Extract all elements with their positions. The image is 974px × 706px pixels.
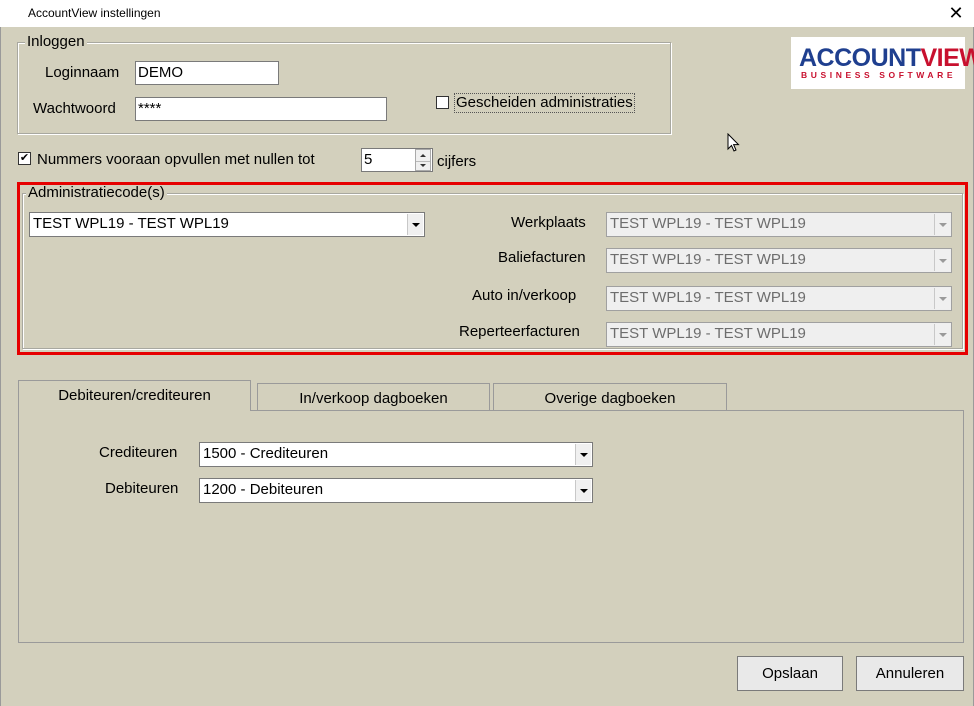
logo-word-view: VIEW xyxy=(920,44,974,72)
chevron-down-icon[interactable] xyxy=(407,214,423,235)
password-label: Wachtwoord xyxy=(33,100,116,117)
cancel-button[interactable]: Annuleren xyxy=(856,656,964,691)
repeat-invoices-label: Reperteerfacturen xyxy=(459,323,580,340)
logo-word-account: ACCOUNT xyxy=(799,44,921,72)
debtors-label: Debiteuren xyxy=(105,480,179,497)
creditors-select-value: 1500 - Crediteuren xyxy=(203,445,329,462)
save-button[interactable]: Opslaan xyxy=(737,656,843,691)
car-trade-select-value: TEST WPL19 - TEST WPL19 xyxy=(610,289,806,306)
chevron-down-icon xyxy=(934,288,950,309)
tab-purchase-sales-journals[interactable]: In/verkoop dagboeken xyxy=(257,383,490,411)
password-input[interactable]: **** xyxy=(135,97,387,121)
padding-digits-stepper[interactable] xyxy=(415,149,431,171)
chevron-down-icon[interactable] xyxy=(575,480,591,501)
workshop-label: Werkplaats xyxy=(511,214,586,231)
stepper-down-icon[interactable] xyxy=(416,161,430,172)
debtors-select-value: 1200 - Debiteuren xyxy=(203,481,324,498)
admin-codes-group: Administratiecode(s) TEST WPL19 - TEST W… xyxy=(22,185,963,349)
counter-invoices-select-value: TEST WPL19 - TEST WPL19 xyxy=(610,251,806,268)
padding-checkbox[interactable]: ✔ xyxy=(18,152,31,165)
chevron-down-icon xyxy=(934,324,950,345)
padding-label: Nummers vooraan opvullen met nullen tot xyxy=(37,151,315,168)
chevron-down-icon[interactable] xyxy=(575,444,591,465)
car-trade-label: Auto in/verkoop xyxy=(472,287,577,304)
title-bar: AccountView instellingen ✕ xyxy=(0,0,974,27)
admin-code-select-value: TEST WPL19 - TEST WPL19 xyxy=(33,215,229,232)
repeat-invoices-select-value: TEST WPL19 - TEST WPL19 xyxy=(610,325,806,342)
chevron-down-icon xyxy=(934,250,950,271)
login-group: Inloggen Loginnaam DEMO Wachtwoord **** … xyxy=(17,34,671,134)
admin-codes-legend: Administratiecode(s) xyxy=(26,184,167,201)
workshop-select-value: TEST WPL19 - TEST WPL19 xyxy=(610,215,806,232)
window-title: AccountView instellingen xyxy=(28,6,161,20)
close-icon[interactable]: ✕ xyxy=(944,2,968,24)
separate-admin-label[interactable]: Gescheiden administraties xyxy=(454,93,635,113)
chevron-down-icon xyxy=(934,214,950,235)
separate-admin-checkbox[interactable] xyxy=(436,96,449,109)
padding-suffix: cijfers xyxy=(437,153,477,170)
car-trade-select: TEST WPL19 - TEST WPL19 xyxy=(606,286,952,311)
mouse-cursor-icon xyxy=(727,133,740,152)
counter-invoices-label: Baliefacturen xyxy=(498,249,586,266)
username-input[interactable]: DEMO xyxy=(135,61,279,85)
repeat-invoices-select: TEST WPL19 - TEST WPL19 xyxy=(606,322,952,347)
creditors-select[interactable]: 1500 - Crediteuren xyxy=(199,442,593,467)
logo-tagline: BUSINESS SOFTWARE xyxy=(801,70,957,80)
logo-wordmark: ACCOUNTVIEW xyxy=(799,43,974,73)
counter-invoices-select: TEST WPL19 - TEST WPL19 xyxy=(606,248,952,273)
tab-debtors-creditors[interactable]: Debiteuren/crediteuren xyxy=(18,380,251,411)
workshop-select: TEST WPL19 - TEST WPL19 xyxy=(606,212,952,237)
creditors-label: Crediteuren xyxy=(99,444,178,461)
tab-other-journals[interactable]: Overige dagboeken xyxy=(493,383,727,411)
dialog-body: Inloggen Loginnaam DEMO Wachtwoord **** … xyxy=(0,27,974,706)
login-legend: Inloggen xyxy=(25,33,87,50)
tab-panel: Crediteuren 1500 - Crediteuren Debiteure… xyxy=(18,410,964,643)
debtors-select[interactable]: 1200 - Debiteuren xyxy=(199,478,593,503)
admin-code-select[interactable]: TEST WPL19 - TEST WPL19 xyxy=(29,212,425,237)
username-label: Loginnaam xyxy=(45,64,120,81)
accountview-logo: ACCOUNTVIEW BUSINESS SOFTWARE xyxy=(791,37,974,89)
